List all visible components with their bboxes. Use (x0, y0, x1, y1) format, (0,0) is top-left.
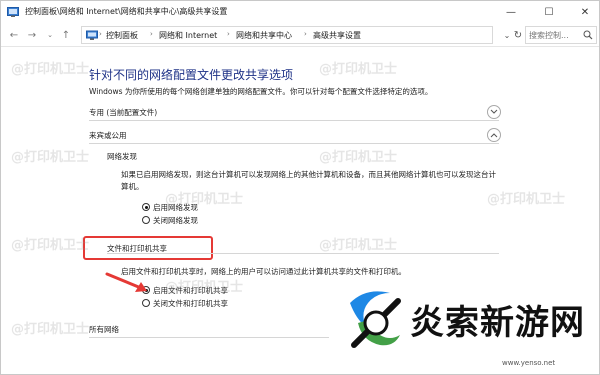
minimize-icon: — (506, 6, 516, 18)
chevron-up-icon (490, 133, 498, 138)
forward-button[interactable]: → (25, 28, 39, 42)
watermark: @打印机卫士 (165, 280, 244, 295)
radio-label: 关闭网络发现 (153, 215, 198, 225)
address-path[interactable]: › 控制面板 › 网络和 Internet › 网络和共享中心 › 高级共享设置 (81, 26, 493, 44)
up-button[interactable]: ↑ (59, 28, 73, 42)
watermark: @打印机卫士 (319, 62, 398, 77)
minimize-button[interactable]: — (493, 1, 529, 23)
radio-button[interactable] (142, 299, 150, 307)
section-divider (107, 253, 499, 254)
watermark: @打印机卫士 (11, 238, 90, 253)
network-discovery-label: 网络发现 (107, 152, 137, 161)
forward-arrow-icon: → (27, 29, 37, 41)
page-title: 针对不同的网络配置文件更改共享选项 (89, 68, 294, 82)
radio-disable-network-discovery[interactable]: 关闭网络发现 (142, 215, 198, 225)
watermark: @打印机卫士 (11, 62, 90, 77)
close-button[interactable]: ✕ (567, 1, 599, 23)
control-panel-icon (7, 7, 19, 17)
radio-label: 关闭文件和打印机共享 (153, 298, 228, 308)
section-divider (89, 120, 499, 121)
section-private-label[interactable]: 专用 (当前配置文件) (89, 107, 157, 118)
collapse-guest-public-button[interactable] (487, 128, 501, 142)
breadcrumb-advanced-sharing[interactable]: 高级共享设置 (313, 30, 361, 41)
red-arrow-icon (105, 272, 147, 292)
section-divider (89, 143, 499, 144)
search-icon (583, 30, 593, 40)
breadcrumb-network-internet[interactable]: 网络和 Internet (159, 30, 217, 41)
breadcrumb-network-sharing-center[interactable]: 网络和共享中心 (236, 30, 292, 41)
radio-button-checked[interactable] (142, 203, 150, 211)
breadcrumb-separator: › (227, 30, 230, 38)
logo-mark-icon (350, 291, 401, 348)
search-box[interactable] (525, 26, 597, 44)
breadcrumb-separator: › (99, 30, 102, 38)
breadcrumb-control-panel[interactable]: 控制面板 (106, 30, 138, 41)
page-description: Windows 为你所使用的每个网络创建单独的网络配置文件。你可以针对每个配置文… (89, 87, 433, 96)
breadcrumb-separator: › (304, 30, 307, 38)
window-title: 控制面板\网络和 Internet\网络和共享中心\高级共享设置 (25, 7, 228, 16)
control-panel-icon (86, 30, 98, 40)
back-arrow-icon: ← (9, 29, 19, 41)
watermark: @打印机卫士 (487, 192, 566, 207)
section-guest-public-label[interactable]: 来宾或公用 (89, 130, 127, 141)
radio-button[interactable] (142, 216, 150, 224)
site-logo: 炎索新游网 www.yenso.net (346, 279, 599, 374)
refresh-icon: ↻ (513, 29, 523, 41)
breadcrumb-separator: › (150, 30, 153, 38)
window: 控制面板\网络和 Internet\网络和共享中心\高级共享设置 — ☐ ✕ ←… (0, 0, 600, 375)
back-button[interactable]: ← (7, 28, 21, 42)
section-all-networks-label[interactable]: 所有网络 (89, 324, 119, 335)
chevron-down-icon: ⌄ (47, 31, 53, 39)
watermark: @打印机卫士 (319, 150, 398, 165)
maximize-button[interactable]: ☐ (531, 1, 567, 23)
watermark: @打印机卫士 (11, 150, 90, 165)
expand-private-button[interactable] (487, 105, 501, 119)
up-arrow-icon: ↑ (61, 29, 71, 41)
watermark: @打印机卫士 (319, 238, 398, 253)
search-input[interactable] (529, 29, 583, 41)
address-bar: ← → ⌄ ↑ › 控制面板 › 网络和 Internet › 网络和共享中心 … (1, 23, 599, 47)
title-bar: 控制面板\网络和 Internet\网络和共享中心\高级共享设置 — ☐ ✕ (1, 1, 599, 23)
logo-url: www.yenso.net (502, 359, 556, 367)
logo-text: 炎索新游网 (410, 303, 585, 343)
close-icon: ✕ (580, 6, 590, 18)
watermark: @打印机卫士 (165, 192, 244, 207)
chevron-down-icon (490, 109, 498, 114)
recent-locations-button[interactable]: ⌄ (43, 28, 57, 42)
maximize-icon: ☐ (544, 6, 554, 18)
watermark: @打印机卫士 (11, 322, 90, 337)
section-divider (89, 337, 329, 338)
